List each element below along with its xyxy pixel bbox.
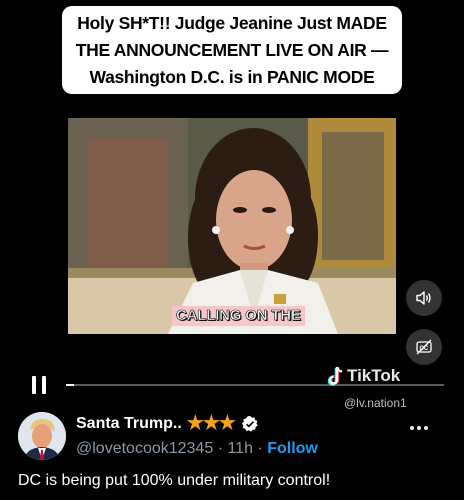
video-player[interactable]: CALLING ON THE xyxy=(68,118,396,334)
author-handle[interactable]: @lovetocook12345 xyxy=(76,440,213,457)
separator: · xyxy=(217,440,224,457)
tiktok-icon xyxy=(327,366,343,386)
headline-line-1: Holy SH*T!! Judge Jeanine Just MADE xyxy=(77,13,387,33)
author-row: Santa Trump.. ★★★ xyxy=(76,412,259,435)
star-badges: ★★★ xyxy=(186,413,236,434)
separator-2: · xyxy=(257,440,263,457)
follow-button[interactable]: Follow xyxy=(267,440,318,457)
headline-line-2: THE ANNOUNCEMENT LIVE ON AIR — xyxy=(75,40,389,60)
more-dots-icon xyxy=(410,426,414,430)
tiktok-brand: TikTok xyxy=(347,366,401,385)
captions-off-icon: CC xyxy=(416,339,432,355)
speaker-icon xyxy=(416,291,431,305)
verified-icon xyxy=(241,415,258,432)
headline-line-3: Washington D.C. is in PANIC MODE xyxy=(89,67,375,87)
tiktok-watermark: TikTok xyxy=(327,365,400,387)
handle-row: @lovetocook12345 · 11h · Follow xyxy=(76,440,318,458)
more-options-button[interactable] xyxy=(410,426,430,432)
tiktok-handle: @lv.nation1 xyxy=(344,396,407,410)
captions-button[interactable]: CC xyxy=(406,329,442,365)
pause-button[interactable] xyxy=(32,376,48,394)
pause-icon xyxy=(32,376,36,394)
avatar[interactable] xyxy=(18,412,66,460)
video-frame xyxy=(68,118,396,334)
progress-fill xyxy=(66,384,74,386)
post-text: DC is being put 100% under military cont… xyxy=(18,472,331,489)
avatar-image xyxy=(18,412,66,460)
post-time[interactable]: 11h xyxy=(227,440,253,457)
author-name[interactable]: Santa Trump.. xyxy=(76,415,182,433)
volume-button[interactable] xyxy=(406,280,442,316)
video-caption: CALLING ON THE xyxy=(172,306,305,326)
headline-banner: Holy SH*T!! Judge Jeanine Just MADE THE … xyxy=(62,6,402,94)
